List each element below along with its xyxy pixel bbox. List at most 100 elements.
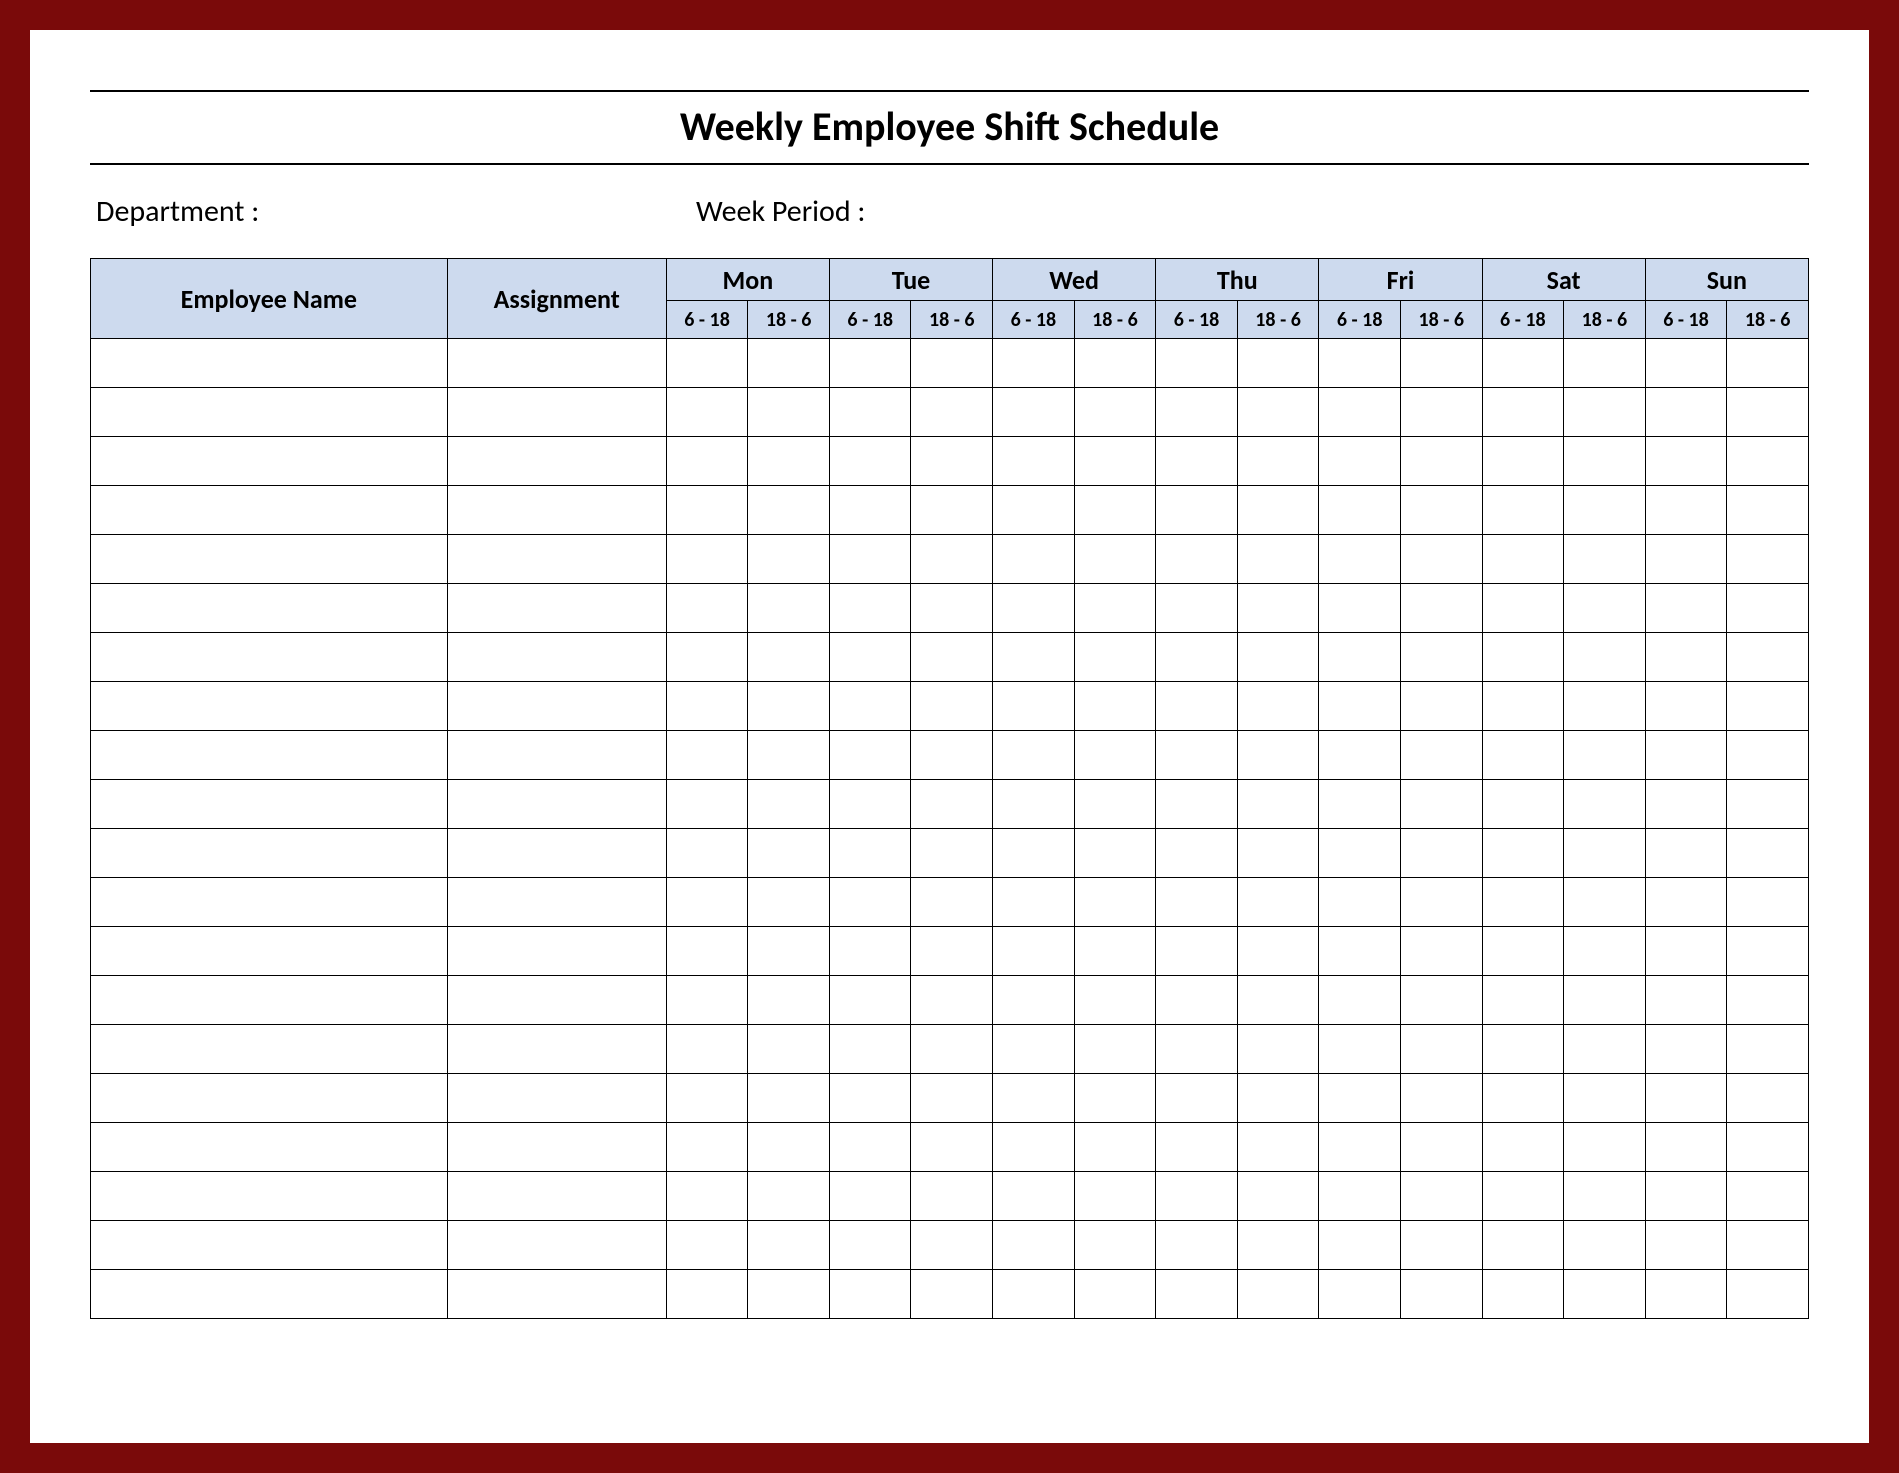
cell-shift[interactable] bbox=[1564, 1074, 1646, 1123]
cell-shift[interactable] bbox=[1645, 1074, 1727, 1123]
cell-shift[interactable] bbox=[1319, 1172, 1401, 1221]
cell-shift[interactable] bbox=[1482, 1270, 1564, 1319]
cell-employee-name[interactable] bbox=[91, 780, 448, 829]
cell-shift[interactable] bbox=[993, 486, 1075, 535]
cell-shift[interactable] bbox=[1727, 535, 1809, 584]
cell-shift[interactable] bbox=[911, 682, 993, 731]
cell-shift[interactable] bbox=[666, 584, 748, 633]
cell-shift[interactable] bbox=[1727, 1221, 1809, 1270]
cell-assignment[interactable] bbox=[447, 584, 666, 633]
cell-assignment[interactable] bbox=[447, 633, 666, 682]
cell-shift[interactable] bbox=[1074, 535, 1156, 584]
cell-shift[interactable] bbox=[1482, 1221, 1564, 1270]
cell-shift[interactable] bbox=[1482, 535, 1564, 584]
cell-shift[interactable] bbox=[1156, 1172, 1238, 1221]
cell-shift[interactable] bbox=[666, 437, 748, 486]
cell-shift[interactable] bbox=[1645, 829, 1727, 878]
cell-shift[interactable] bbox=[993, 1025, 1075, 1074]
cell-shift[interactable] bbox=[748, 829, 830, 878]
cell-shift[interactable] bbox=[1074, 339, 1156, 388]
cell-assignment[interactable] bbox=[447, 437, 666, 486]
cell-shift[interactable] bbox=[1319, 927, 1401, 976]
cell-shift[interactable] bbox=[993, 927, 1075, 976]
cell-shift[interactable] bbox=[1237, 1172, 1319, 1221]
cell-assignment[interactable] bbox=[447, 878, 666, 927]
cell-shift[interactable] bbox=[1564, 437, 1646, 486]
cell-shift[interactable] bbox=[1319, 388, 1401, 437]
cell-assignment[interactable] bbox=[447, 1172, 666, 1221]
cell-shift[interactable] bbox=[1074, 780, 1156, 829]
cell-shift[interactable] bbox=[1156, 731, 1238, 780]
cell-shift[interactable] bbox=[666, 1074, 748, 1123]
cell-shift[interactable] bbox=[1237, 535, 1319, 584]
cell-shift[interactable] bbox=[1645, 437, 1727, 486]
cell-shift[interactable] bbox=[1319, 976, 1401, 1025]
cell-shift[interactable] bbox=[1156, 633, 1238, 682]
cell-shift[interactable] bbox=[1564, 976, 1646, 1025]
cell-shift[interactable] bbox=[1564, 1172, 1646, 1221]
cell-assignment[interactable] bbox=[447, 780, 666, 829]
cell-shift[interactable] bbox=[911, 1172, 993, 1221]
cell-shift[interactable] bbox=[1237, 388, 1319, 437]
cell-shift[interactable] bbox=[1645, 878, 1727, 927]
cell-shift[interactable] bbox=[1400, 878, 1482, 927]
cell-shift[interactable] bbox=[1727, 486, 1809, 535]
cell-shift[interactable] bbox=[1727, 731, 1809, 780]
cell-shift[interactable] bbox=[1237, 976, 1319, 1025]
cell-shift[interactable] bbox=[1074, 976, 1156, 1025]
cell-employee-name[interactable] bbox=[91, 1025, 448, 1074]
cell-shift[interactable] bbox=[1727, 1123, 1809, 1172]
cell-shift[interactable] bbox=[1156, 437, 1238, 486]
cell-shift[interactable] bbox=[1564, 388, 1646, 437]
cell-shift[interactable] bbox=[748, 682, 830, 731]
cell-shift[interactable] bbox=[1237, 1025, 1319, 1074]
cell-assignment[interactable] bbox=[447, 339, 666, 388]
cell-shift[interactable] bbox=[993, 633, 1075, 682]
cell-shift[interactable] bbox=[993, 1270, 1075, 1319]
cell-shift[interactable] bbox=[1237, 878, 1319, 927]
cell-shift[interactable] bbox=[1645, 780, 1727, 829]
cell-employee-name[interactable] bbox=[91, 339, 448, 388]
cell-shift[interactable] bbox=[1074, 682, 1156, 731]
cell-shift[interactable] bbox=[1319, 1123, 1401, 1172]
cell-shift[interactable] bbox=[1074, 388, 1156, 437]
cell-shift[interactable] bbox=[1400, 780, 1482, 829]
cell-shift[interactable] bbox=[748, 486, 830, 535]
cell-assignment[interactable] bbox=[447, 486, 666, 535]
cell-shift[interactable] bbox=[1645, 486, 1727, 535]
cell-employee-name[interactable] bbox=[91, 633, 448, 682]
cell-shift[interactable] bbox=[1156, 339, 1238, 388]
cell-shift[interactable] bbox=[666, 976, 748, 1025]
cell-shift[interactable] bbox=[1237, 731, 1319, 780]
cell-shift[interactable] bbox=[829, 829, 911, 878]
cell-shift[interactable] bbox=[748, 437, 830, 486]
cell-shift[interactable] bbox=[1156, 1074, 1238, 1123]
cell-shift[interactable] bbox=[1727, 829, 1809, 878]
cell-assignment[interactable] bbox=[447, 927, 666, 976]
cell-shift[interactable] bbox=[1319, 682, 1401, 731]
cell-shift[interactable] bbox=[1074, 633, 1156, 682]
cell-shift[interactable] bbox=[1074, 927, 1156, 976]
cell-shift[interactable] bbox=[829, 1172, 911, 1221]
cell-shift[interactable] bbox=[666, 731, 748, 780]
cell-shift[interactable] bbox=[1645, 535, 1727, 584]
cell-shift[interactable] bbox=[911, 1025, 993, 1074]
cell-shift[interactable] bbox=[1237, 486, 1319, 535]
cell-shift[interactable] bbox=[829, 486, 911, 535]
cell-employee-name[interactable] bbox=[91, 1270, 448, 1319]
cell-employee-name[interactable] bbox=[91, 829, 448, 878]
cell-shift[interactable] bbox=[1156, 1270, 1238, 1319]
cell-shift[interactable] bbox=[1400, 927, 1482, 976]
cell-shift[interactable] bbox=[1727, 682, 1809, 731]
cell-shift[interactable] bbox=[1319, 1025, 1401, 1074]
cell-shift[interactable] bbox=[1645, 682, 1727, 731]
cell-shift[interactable] bbox=[911, 388, 993, 437]
cell-shift[interactable] bbox=[1319, 780, 1401, 829]
cell-shift[interactable] bbox=[829, 1221, 911, 1270]
cell-shift[interactable] bbox=[1074, 1025, 1156, 1074]
cell-shift[interactable] bbox=[1074, 829, 1156, 878]
cell-shift[interactable] bbox=[1482, 584, 1564, 633]
cell-shift[interactable] bbox=[1482, 731, 1564, 780]
cell-shift[interactable] bbox=[1564, 1270, 1646, 1319]
cell-shift[interactable] bbox=[1156, 486, 1238, 535]
